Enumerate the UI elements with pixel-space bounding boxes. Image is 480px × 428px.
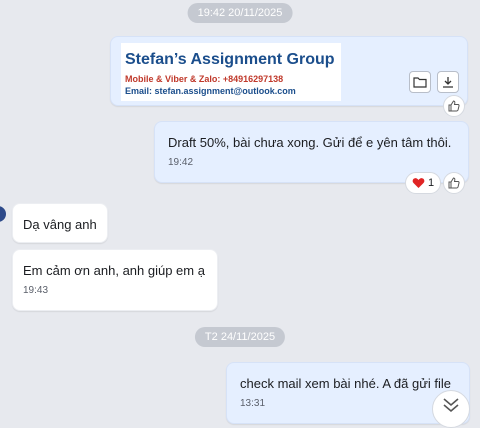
incoming-message[interactable]: Em cảm ơn anh, anh giúp em ạ 19:43 [12, 249, 218, 311]
file-message-card[interactable]: Stefan’s Assignment Group Mobile & Viber… [110, 36, 468, 106]
open-folder-button[interactable] [409, 71, 431, 93]
double-chevron-down-icon [443, 398, 459, 413]
folder-icon [413, 77, 427, 88]
heart-icon [412, 178, 425, 188]
avatar[interactable] [0, 206, 6, 222]
file-preview-title: Stefan’s Assignment Group [125, 51, 335, 68]
message-time: 19:43 [23, 285, 49, 296]
file-preview[interactable]: Stefan’s Assignment Group Mobile & Viber… [121, 43, 341, 101]
reaction-count: 1 [428, 177, 435, 189]
message-text: Em cảm ơn anh, anh giúp em ạ [23, 263, 205, 278]
like-reaction-button[interactable] [443, 172, 465, 194]
reaction-summary[interactable]: 1 [405, 172, 442, 194]
message-text: Draft 50%, bài chưa xong. Gửi để e yên t… [168, 135, 452, 150]
thumbs-up-icon [448, 177, 460, 189]
scroll-to-bottom-button[interactable] [432, 390, 470, 428]
download-icon [443, 77, 453, 88]
incoming-message[interactable]: Dạ vâng anh [12, 203, 108, 243]
date-separator: 19:42 20/11/2025 [187, 3, 293, 23]
file-preview-email: Email: stefan.assignment@outlook.com [125, 86, 296, 96]
message-time: 19:42 [168, 157, 194, 168]
message-text: check mail xem bài nhé. A đã gửi file [240, 376, 452, 391]
download-button[interactable] [437, 71, 459, 93]
like-reaction-button[interactable] [443, 95, 465, 117]
thumbs-up-icon [448, 100, 460, 112]
date-separator: T2 24/11/2025 [194, 327, 286, 347]
file-preview-phone: Mobile & Viber & Zalo: +84916297138 [125, 74, 284, 84]
message-text: Dạ vâng anh [23, 217, 97, 232]
